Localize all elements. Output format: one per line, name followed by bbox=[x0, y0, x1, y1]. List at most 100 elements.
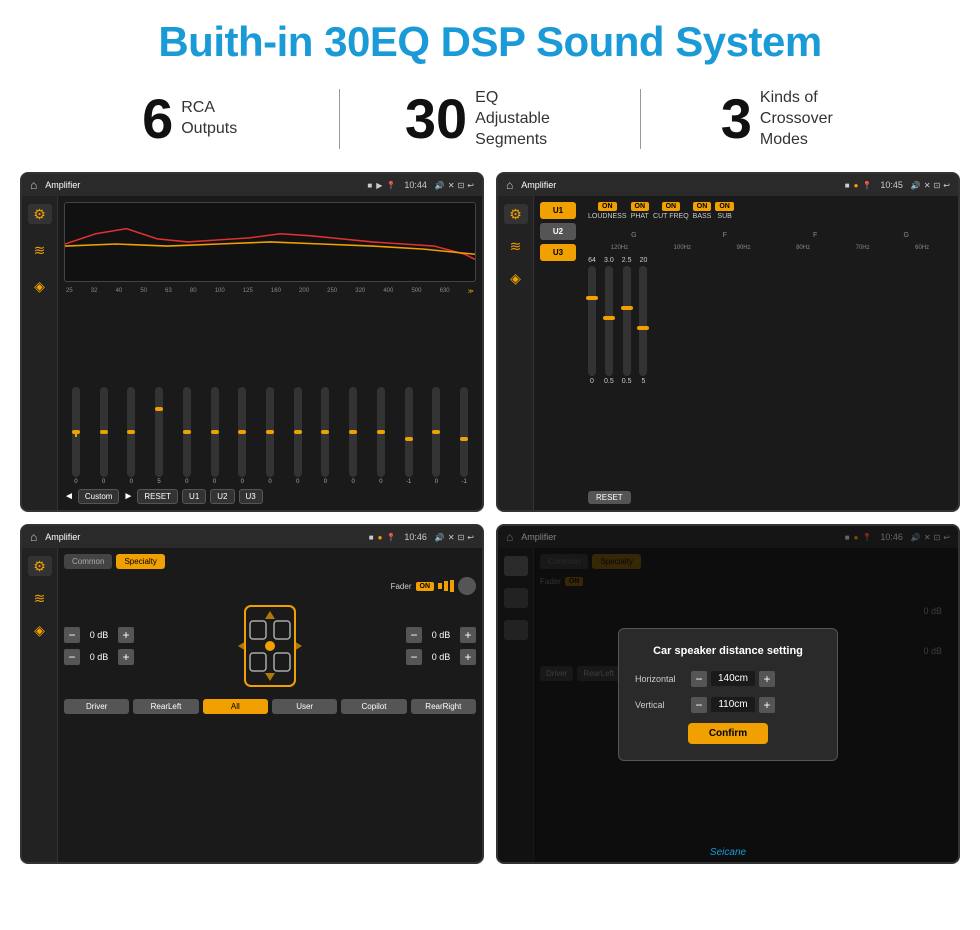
eq-next-icon[interactable]: ► bbox=[123, 491, 133, 502]
fader-all-btn[interactable]: All bbox=[203, 699, 268, 714]
fader-copilot-btn[interactable]: Copilot bbox=[341, 699, 406, 714]
amp-cutfreq-toggle[interactable]: ON CUT FREQ bbox=[653, 202, 689, 220]
eq-slider-13[interactable]: -1 bbox=[397, 387, 421, 485]
eq-slider-7[interactable]: 0 bbox=[230, 387, 254, 485]
eq-time: 10:44 bbox=[404, 180, 427, 190]
fader-rb-plus[interactable]: + bbox=[460, 649, 476, 665]
dialog-vertical-minus[interactable]: − bbox=[691, 697, 707, 713]
bass-on: ON bbox=[693, 202, 712, 211]
eq-prev-icon[interactable]: ◄ bbox=[64, 491, 74, 502]
home-icon[interactable]: ⌂ bbox=[30, 178, 37, 192]
dialog-horizontal-plus[interactable]: + bbox=[759, 671, 775, 687]
eq-reset-btn[interactable]: RESET bbox=[137, 489, 178, 504]
amp-loudness-toggle[interactable]: ON LOUDNESS bbox=[588, 202, 627, 220]
eq-u3-btn[interactable]: U3 bbox=[239, 489, 263, 504]
cutfreq-label: CUT FREQ bbox=[653, 213, 689, 220]
fader-speaker-icon[interactable]: ◈ bbox=[28, 620, 52, 640]
amp-reset-btn[interactable]: RESET bbox=[588, 491, 631, 504]
eq-settings-icon[interactable]: ⚙ bbox=[28, 204, 52, 224]
eq-content: ⚙ ≋ ◈ 2532405063801001251602002503204005… bbox=[22, 196, 482, 510]
fader-rt-minus[interactable]: − bbox=[406, 627, 422, 643]
fader-common-tab[interactable]: Common bbox=[64, 554, 112, 569]
page-header: Buith-in 30EQ DSP Sound System bbox=[0, 0, 980, 76]
amp-back-icon: ↩ bbox=[943, 181, 950, 190]
eq-u1-btn[interactable]: U1 bbox=[182, 489, 206, 504]
fader-back-icon: ↩ bbox=[467, 533, 474, 542]
bass-label: BASS bbox=[693, 213, 712, 220]
fader-avatar bbox=[458, 577, 476, 595]
speaker-distance-dialog: Car speaker distance setting Horizontal … bbox=[618, 628, 838, 761]
amp-home-icon[interactable]: ⌂ bbox=[506, 178, 513, 192]
eq-slider-6[interactable]: 0 bbox=[203, 387, 227, 485]
amp-u3-btn[interactable]: U3 bbox=[540, 244, 576, 261]
confirm-button[interactable]: Confirm bbox=[688, 723, 768, 744]
eq-slider-9[interactable]: 0 bbox=[286, 387, 310, 485]
eq-slider-2[interactable]: 0 bbox=[92, 387, 116, 485]
fader-right-bottom: − 0 dB + bbox=[406, 649, 476, 665]
eq-slider-12[interactable]: 0 bbox=[369, 387, 393, 485]
fader-status-bar: ⌂ Amplifier ■ ● 📍 10:46 🔊 ✕ ⊡ ↩ bbox=[22, 526, 482, 548]
amp-exp-icon: ⊡ bbox=[934, 181, 941, 190]
eq-wave-icon[interactable]: ≋ bbox=[28, 240, 52, 260]
fader-driver-btn[interactable]: Driver bbox=[64, 699, 129, 714]
dialog-horizontal-ctrl: − 140cm + bbox=[691, 671, 775, 687]
amp-status-bar: ⌂ Amplifier ■ ● 📍 10:45 🔊 ✕ ⊡ ↩ bbox=[498, 174, 958, 196]
stat-eq-number: 30 bbox=[405, 91, 467, 147]
amp-bass-toggle[interactable]: ON BASS bbox=[693, 202, 712, 220]
fader-user-btn[interactable]: User bbox=[272, 699, 337, 714]
amp-phat-toggle[interactable]: ON PHAT bbox=[631, 202, 650, 220]
fader-content: ⚙ ≋ ◈ Common Specialty Fader ON bbox=[22, 548, 482, 862]
fader-sidebar: ⚙ ≋ ◈ bbox=[22, 548, 58, 862]
eq-title: Amplifier bbox=[45, 180, 363, 190]
eq-slider-10[interactable]: 0 bbox=[314, 387, 338, 485]
stats-row: 6 RCAOutputs 30 EQ AdjustableSegments 3 … bbox=[0, 76, 980, 162]
eq-slider-15[interactable]: -1 bbox=[452, 387, 476, 485]
eq-slider-14[interactable]: 0 bbox=[425, 387, 449, 485]
fader-pin: 📍 bbox=[386, 533, 396, 542]
fader-specialty-tab[interactable]: Specialty bbox=[116, 554, 164, 569]
fader-rearright-btn[interactable]: RearRight bbox=[411, 699, 476, 714]
eq-speaker-side-icon[interactable]: ◈ bbox=[28, 276, 52, 296]
stat-rca-label: RCAOutputs bbox=[181, 98, 237, 140]
fader-rt-plus[interactable]: + bbox=[460, 627, 476, 643]
fader-lt-minus[interactable]: − bbox=[64, 627, 80, 643]
dialog-horizontal-minus[interactable]: − bbox=[691, 671, 707, 687]
amp-speaker-icon[interactable]: ◈ bbox=[504, 268, 528, 288]
amp-settings-icon[interactable]: ⚙ bbox=[504, 204, 528, 224]
stat-rca: 6 RCAOutputs bbox=[40, 91, 339, 147]
dialog-vertical-label: Vertical bbox=[635, 700, 685, 710]
fader-rearleft-btn[interactable]: RearLeft bbox=[133, 699, 198, 714]
eq-slider-4[interactable]: 5 bbox=[147, 387, 171, 485]
amp-wave-icon[interactable]: ≋ bbox=[504, 236, 528, 256]
fader-settings-icon[interactable]: ⚙ bbox=[28, 556, 52, 576]
fader-lt-val: 0 dB bbox=[84, 630, 114, 640]
sub-label: SUB bbox=[717, 213, 731, 220]
fader-lt-plus[interactable]: + bbox=[118, 627, 134, 643]
eq-u2-btn[interactable]: U2 bbox=[210, 489, 234, 504]
fader-lb-minus[interactable]: − bbox=[64, 649, 80, 665]
car-diagram bbox=[230, 601, 310, 691]
eq-slider-5[interactable]: 0 bbox=[175, 387, 199, 485]
eq-slider-1[interactable]: 0 bbox=[64, 387, 88, 485]
fader-x-icon: ✕ bbox=[448, 533, 455, 542]
eq-slider-8[interactable]: 0 bbox=[258, 387, 282, 485]
fader-time: 10:46 bbox=[404, 532, 427, 542]
eq-slider-11[interactable]: 0 bbox=[341, 387, 365, 485]
fader-bar-2 bbox=[444, 581, 448, 591]
eq-icon-2: ▶ bbox=[376, 181, 382, 190]
dialog-vertical-plus[interactable]: + bbox=[759, 697, 775, 713]
fader-rb-minus[interactable]: − bbox=[406, 649, 422, 665]
eq-slider-3[interactable]: 0 bbox=[119, 387, 143, 485]
amp-u2-btn[interactable]: U2 bbox=[540, 223, 576, 240]
fader-tabs: Common Specialty bbox=[64, 554, 476, 569]
screen-dialog: ⌂ Amplifier ■ ● 📍 10:46 🔊 ✕ ⊡ ↩ bbox=[496, 524, 960, 864]
stat-eq: 30 EQ AdjustableSegments bbox=[340, 88, 639, 150]
loudness-label: LOUDNESS bbox=[588, 213, 627, 220]
amp-status-icons: 🔊 ✕ ⊡ ↩ bbox=[911, 181, 950, 190]
amp-vol-icon: 🔊 bbox=[911, 181, 921, 190]
fader-wave-icon[interactable]: ≋ bbox=[28, 588, 52, 608]
fader-lb-plus[interactable]: + bbox=[118, 649, 134, 665]
fader-home-icon[interactable]: ⌂ bbox=[30, 530, 37, 544]
amp-u1-btn[interactable]: U1 bbox=[540, 202, 576, 219]
amp-sub-toggle[interactable]: ON SUB bbox=[715, 202, 734, 220]
